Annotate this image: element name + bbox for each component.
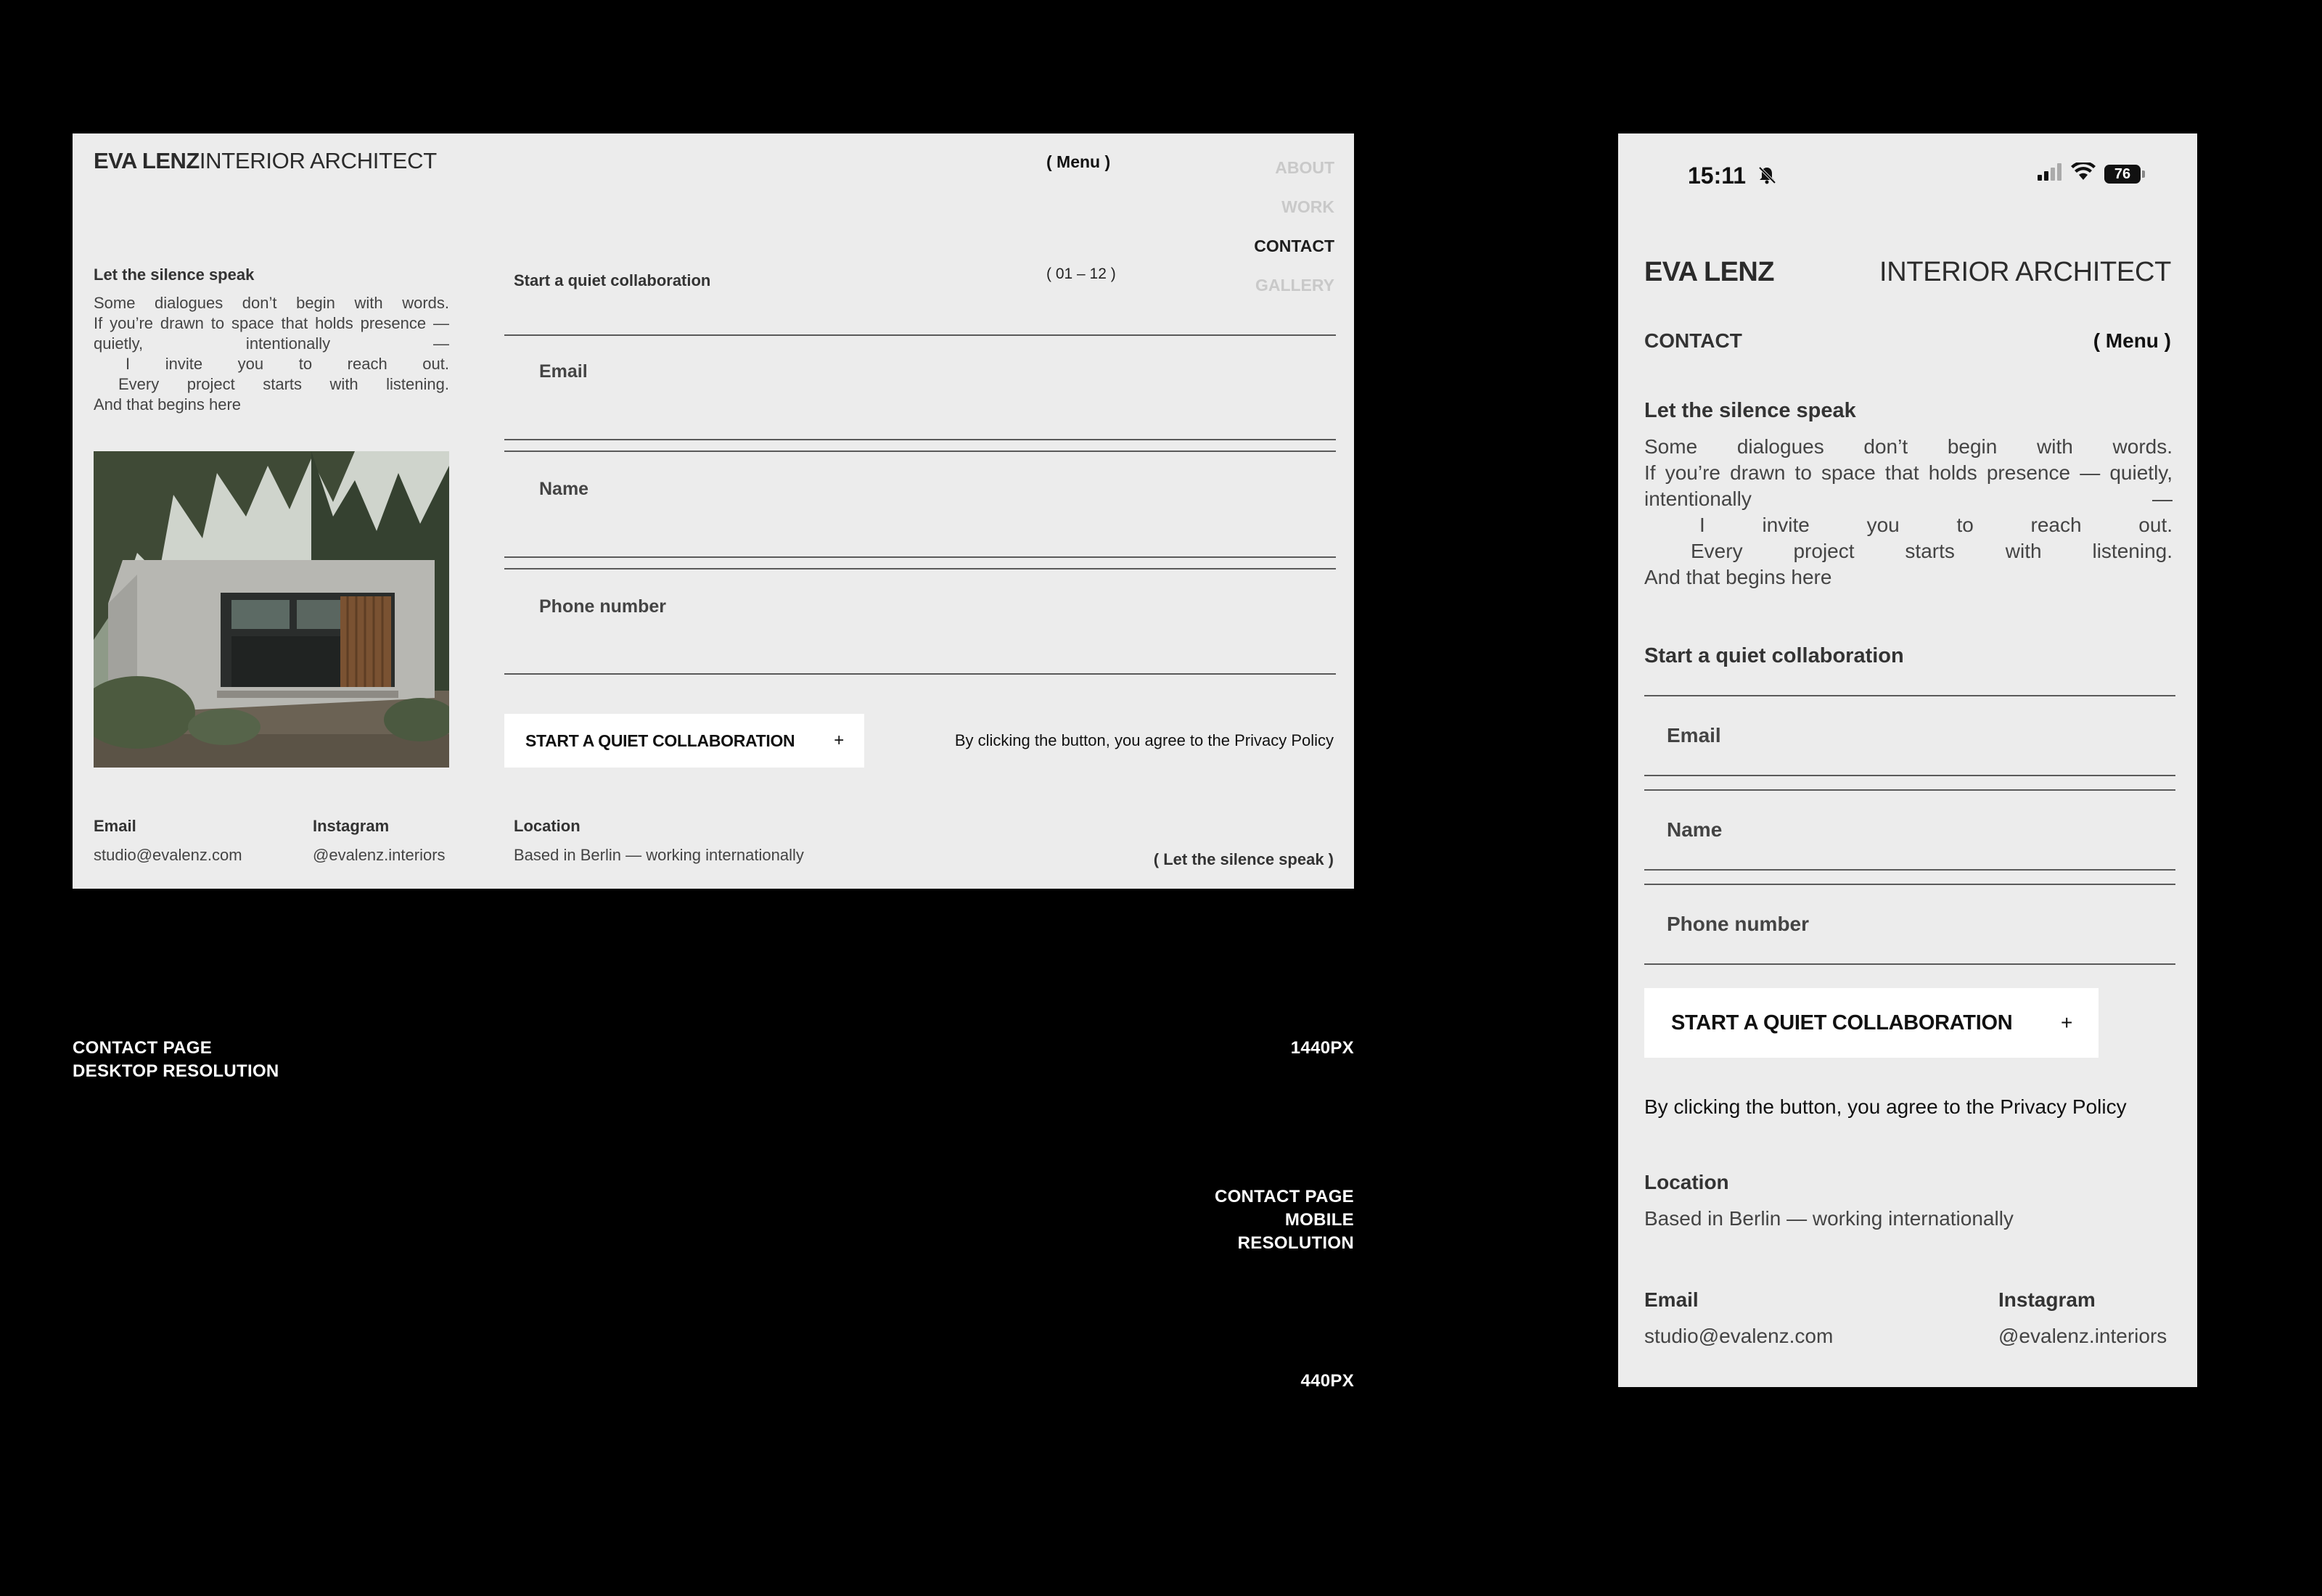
page-counter: ( 01 – 12 ): [1046, 266, 1116, 282]
tagline-line: And that begins here: [94, 395, 242, 414]
email-field[interactable]: Email: [504, 337, 1336, 437]
divider: [504, 451, 1336, 452]
tagline-line: I invite you to reach out.: [1699, 514, 2173, 536]
location-label: Location: [1644, 1171, 1729, 1193]
mobile-caption: CONTACT PAGE MOBILE RESOLUTION: [1215, 1185, 1354, 1255]
footer-email[interactable]: studio@evalenz.com: [94, 846, 242, 865]
privacy-note[interactable]: By clicking the button, you agree to the…: [1644, 1095, 2127, 1119]
main-nav: ABOUT WORK CONTACT GALLERY: [1254, 148, 1334, 305]
tagline-title: Let the silence speak: [1644, 399, 1856, 422]
house-photo: [94, 451, 449, 768]
divider: [504, 673, 1336, 675]
tagline-line: I invite you to reach out.: [126, 355, 449, 373]
wifi-icon: [2071, 160, 2096, 185]
divider: [1644, 869, 2175, 871]
nav-item-about[interactable]: ABOUT: [1254, 148, 1334, 187]
nav-item-work[interactable]: WORK: [1254, 187, 1334, 226]
tagline-line: intentionally —: [1644, 488, 2173, 510]
submit-button[interactable]: START A QUIET COLLABORATION +: [504, 714, 864, 768]
battery-icon: 76: [2104, 164, 2145, 184]
nav-item-contact[interactable]: CONTACT: [1254, 226, 1334, 266]
email-field-label: Email: [1667, 724, 1721, 746]
tagline-line: If you’re drawn to space that holds pres…: [1644, 461, 2173, 484]
status-time-text: 15:11: [1688, 163, 1747, 189]
divider: [1644, 775, 2175, 776]
brand-name[interactable]: EVA LENZ: [1644, 257, 1774, 288]
phone-field-label: Phone number: [1667, 913, 1810, 935]
status-icons: 76: [2038, 160, 2145, 185]
divider: [504, 439, 1336, 440]
name-field-label: Name: [539, 479, 589, 499]
mobile-caption-line: MOBILE: [1284, 1210, 1354, 1230]
brand-logo[interactable]: EVA LENZINTERIOR ARCHITECT: [94, 148, 437, 174]
desktop-contact-page: EVA LENZINTERIOR ARCHITECT ( Menu ) ABOU…: [73, 133, 1354, 889]
footer-instagram[interactable]: @evalenz.interiors: [313, 846, 446, 865]
name-field[interactable]: Name: [504, 453, 1336, 553]
brand-subtitle: INTERIOR ARCHITECT: [1879, 257, 2171, 287]
name-field-label: Name: [1667, 818, 1723, 841]
tagline-line: Every project starts with listening.: [118, 375, 449, 393]
signal-icon: [2038, 163, 2062, 184]
divider: [504, 568, 1336, 569]
battery-level: 76: [2104, 164, 2141, 184]
instagram-value[interactable]: @evalenz.interiors: [1998, 1325, 2167, 1348]
email-field[interactable]: Email: [1644, 698, 2175, 775]
brand-subtitle: INTERIOR ARCHITECT: [199, 148, 437, 173]
status-time: 15:11: [1688, 163, 1777, 191]
instagram-label: Instagram: [1998, 1288, 2096, 1311]
submit-button-label: START A QUIET COLLABORATION: [1671, 1011, 2013, 1034]
tagline-line: And that begins here: [1644, 566, 1832, 588]
email-field-label: Email: [539, 361, 588, 382]
divider: [504, 556, 1336, 558]
section-label: CONTACT: [1644, 329, 1742, 352]
tagline-text: Some dialogues don’t begin with words. I…: [94, 293, 449, 415]
brand-name: EVA LENZ: [94, 148, 200, 173]
submit-button[interactable]: START A QUIET COLLABORATION +: [1644, 988, 2099, 1058]
name-field[interactable]: Name: [1644, 792, 2175, 869]
mobile-caption-line: RESOLUTION: [1237, 1233, 1354, 1253]
tagline-text: Some dialogues don’t begin with words. I…: [1644, 434, 2173, 591]
plus-icon: +: [834, 731, 844, 750]
submit-button-label: START A QUIET COLLABORATION: [525, 731, 795, 750]
nav-item-gallery[interactable]: GALLERY: [1254, 266, 1334, 305]
mobile-width-label: 440PX: [1300, 1371, 1354, 1391]
phone-field[interactable]: Phone number: [1644, 887, 2175, 963]
divider: [1644, 963, 2175, 965]
silent-bell-icon: [1757, 164, 1777, 191]
menu-button[interactable]: ( Menu ): [1046, 152, 1110, 172]
form-title: Start a quiet collaboration: [1644, 644, 1904, 667]
tagline-title: Let the silence speak: [94, 266, 255, 284]
privacy-note[interactable]: By clicking the button, you agree to the…: [955, 731, 1334, 750]
divider: [1644, 884, 2175, 885]
footer-instagram-label: Instagram: [313, 817, 390, 835]
email-value[interactable]: studio@evalenz.com: [1644, 1325, 1833, 1348]
tagline-line: Some dialogues don’t begin with words.: [94, 294, 449, 312]
divider: [504, 334, 1336, 336]
divider: [1644, 789, 2175, 791]
desktop-width-label: 1440PX: [1290, 1038, 1354, 1058]
desktop-caption-line: DESKTOP RESOLUTION: [73, 1061, 279, 1081]
form-title: Start a quiet collaboration: [514, 271, 711, 289]
footer-location-label: Location: [514, 817, 580, 835]
desktop-caption-line: CONTACT PAGE: [73, 1038, 213, 1058]
email-label: Email: [1644, 1288, 1699, 1311]
desktop-caption: CONTACT PAGE DESKTOP RESOLUTION: [73, 1037, 279, 1083]
menu-button[interactable]: ( Menu ): [2093, 329, 2171, 353]
tagline-line: If you’re drawn to space that holds pres…: [94, 314, 449, 332]
divider: [1644, 695, 2175, 696]
plus-icon: +: [2060, 1011, 2072, 1034]
tagline-line: Some dialogues don’t begin with words.: [1644, 435, 2173, 458]
tagline-line: Every project starts with listening.: [1691, 540, 2173, 562]
location-value: Based in Berlin — working internationall…: [1644, 1207, 2014, 1230]
mobile-caption-line: CONTACT PAGE: [1214, 1187, 1354, 1206]
footer-email-label: Email: [94, 817, 136, 835]
tagline-line: quietly, intentionally —: [94, 334, 449, 353]
back-link[interactable]: ( Let the silence speak ): [1154, 850, 1334, 869]
phone-field-label: Phone number: [539, 596, 667, 617]
phone-field[interactable]: Phone number: [504, 570, 1336, 670]
mobile-contact-page: 15:11 76 EVA LENZ INTERIOR ARCHITECT CON…: [1618, 133, 2197, 1387]
footer-location: Based in Berlin — working internationall…: [514, 846, 804, 864]
